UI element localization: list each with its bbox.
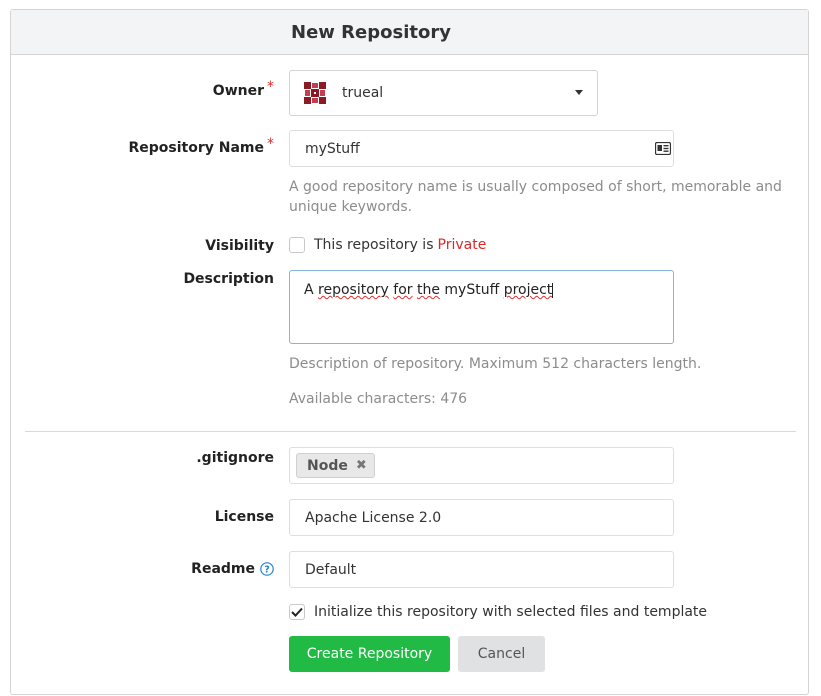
description-word: myStuff: [439, 282, 504, 298]
init-checkbox[interactable]: [289, 604, 305, 620]
license-dropdown[interactable]: Apache License 2.0: [289, 499, 674, 536]
owner-value: trueal: [342, 85, 384, 101]
repo-name-help-line2: unique keywords.: [289, 199, 413, 215]
description-word: for: [393, 282, 413, 298]
description-word: A: [304, 282, 319, 298]
create-repository-button[interactable]: Create Repository: [289, 636, 450, 672]
readme-value: Default: [305, 561, 357, 578]
owner-label-text: Owner: [212, 83, 264, 99]
repo-name-help: A good repository name is usually compos…: [289, 177, 782, 217]
gitignore-label: .gitignore: [196, 450, 274, 466]
license-label: License: [214, 509, 274, 525]
owner-label: Owner *: [212, 79, 274, 99]
repo-name-label-text: Repository Name: [128, 140, 264, 156]
readme-label-text: Readme: [191, 561, 255, 577]
visibility-checkbox-row[interactable]: This repository is Private: [289, 237, 486, 253]
contact-card-icon: [654, 141, 672, 159]
description-word: repository: [318, 282, 389, 298]
repo-name-input[interactable]: myStuff: [289, 130, 674, 167]
description-help: Description of repository. Maximum 512 c…: [289, 356, 702, 372]
required-marker: *: [267, 79, 274, 95]
question-circle-icon[interactable]: ?: [260, 562, 274, 576]
readme-dropdown[interactable]: Default: [289, 551, 674, 588]
cancel-button[interactable]: Cancel: [458, 636, 545, 672]
description-word: project: [503, 282, 553, 298]
visibility-label: Visibility: [205, 238, 274, 254]
gitignore-tag-label: Node: [307, 457, 348, 474]
readme-label: Readme ?: [191, 561, 274, 577]
section-divider: [25, 431, 796, 432]
private-word: Private: [437, 237, 487, 253]
description-textarea[interactable]: A repository for the myStuff project: [289, 270, 674, 344]
license-value: Apache License 2.0: [305, 509, 442, 526]
owner-dropdown[interactable]: trueal: [289, 70, 598, 116]
gitignore-multiselect[interactable]: Node ✖: [289, 447, 674, 484]
description-label: Description: [183, 271, 274, 287]
owner-avatar-icon: [304, 82, 326, 104]
repo-name-value: myStuff: [305, 140, 360, 157]
page-title: New Repository: [11, 10, 808, 55]
description-word: the: [416, 282, 440, 298]
repo-name-label: Repository Name *: [128, 136, 274, 156]
required-marker: *: [267, 136, 274, 152]
init-label: Initialize this repository with selected…: [314, 604, 708, 620]
close-icon[interactable]: ✖: [356, 458, 367, 473]
repo-name-help-line1: A good repository name is usually compos…: [289, 179, 782, 195]
available-characters: Available characters: 476: [289, 391, 468, 407]
svg-text:?: ?: [264, 565, 270, 576]
gitignore-tag-node: Node ✖: [296, 453, 375, 478]
init-checkbox-row[interactable]: Initialize this repository with selected…: [289, 604, 707, 620]
visibility-checkbox[interactable]: [289, 237, 305, 253]
visibility-text: This repository is: [314, 237, 434, 253]
text-cursor: [552, 282, 554, 298]
chevron-down-icon: [575, 90, 583, 95]
checkmark-icon: [291, 607, 303, 617]
